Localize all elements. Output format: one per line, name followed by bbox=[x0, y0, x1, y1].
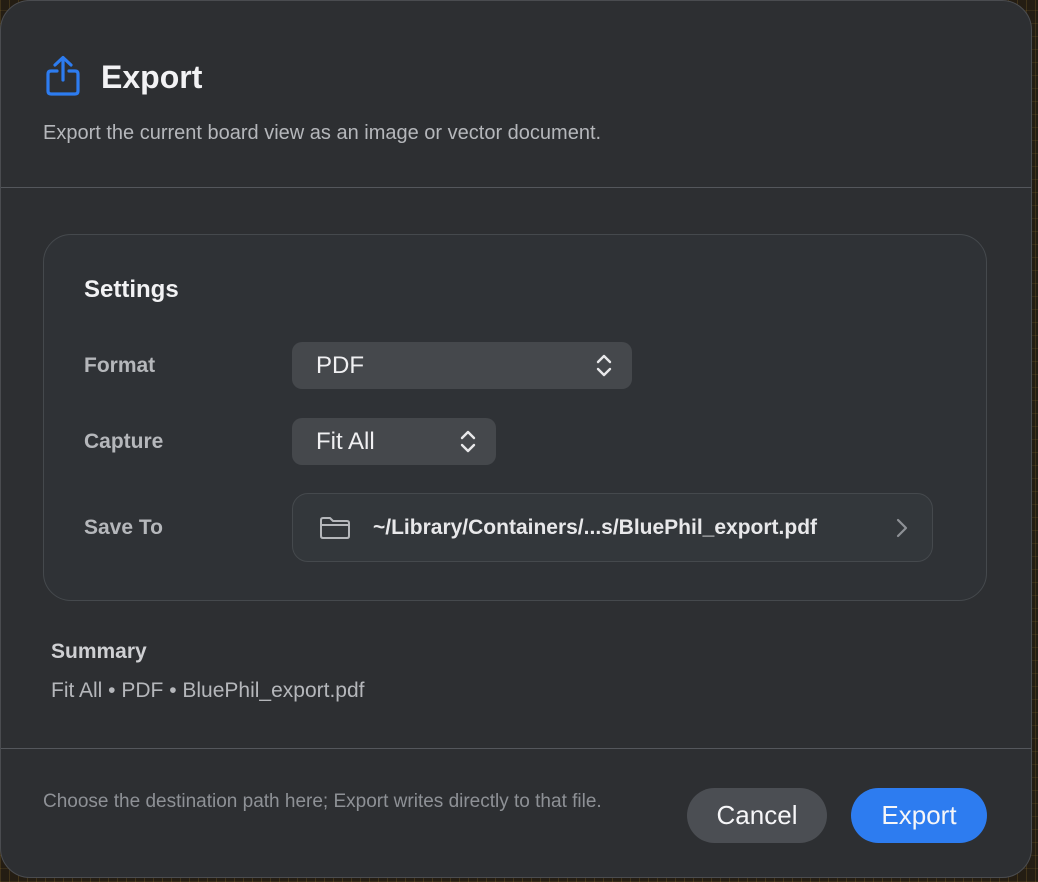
settings-card: Settings Format PDF Capture Fit All Save… bbox=[43, 234, 987, 601]
dialog-title: Export bbox=[101, 59, 203, 95]
chevron-up-down-icon bbox=[460, 430, 476, 453]
footer-note: Choose the destination path here; Export… bbox=[43, 791, 602, 812]
summary-label: Summary bbox=[51, 640, 147, 663]
export-dialog: Export Export the current board view as … bbox=[0, 0, 1032, 878]
save-to-path: ~/Library/Containers/...s/BluePhil_expor… bbox=[373, 516, 818, 539]
header-divider bbox=[1, 187, 1031, 188]
save-to-label: Save To bbox=[84, 516, 163, 539]
save-to-path-button[interactable]: ~/Library/Containers/...s/BluePhil_expor… bbox=[292, 493, 933, 562]
format-select-value: PDF bbox=[316, 352, 364, 379]
format-select[interactable]: PDF bbox=[292, 342, 632, 389]
footer-divider bbox=[1, 748, 1031, 749]
settings-heading: Settings bbox=[84, 276, 179, 303]
chevron-up-down-icon bbox=[596, 354, 612, 377]
export-button[interactable]: Export bbox=[851, 788, 987, 843]
dialog-subtitle: Export the current board view as an imag… bbox=[43, 122, 602, 144]
format-label: Format bbox=[84, 354, 156, 377]
capture-select-value: Fit All bbox=[316, 428, 375, 455]
dialog-header: Export Export the current board view as … bbox=[1, 1, 1031, 187]
summary-text: Fit All • PDF • BluePhil_export.pdf bbox=[51, 679, 365, 702]
cancel-button[interactable]: Cancel bbox=[687, 788, 827, 843]
chevron-right-icon bbox=[896, 518, 908, 538]
capture-select[interactable]: Fit All bbox=[292, 418, 496, 465]
share-export-icon bbox=[46, 55, 80, 96]
capture-label: Capture bbox=[84, 430, 164, 453]
folder-icon bbox=[320, 517, 350, 539]
